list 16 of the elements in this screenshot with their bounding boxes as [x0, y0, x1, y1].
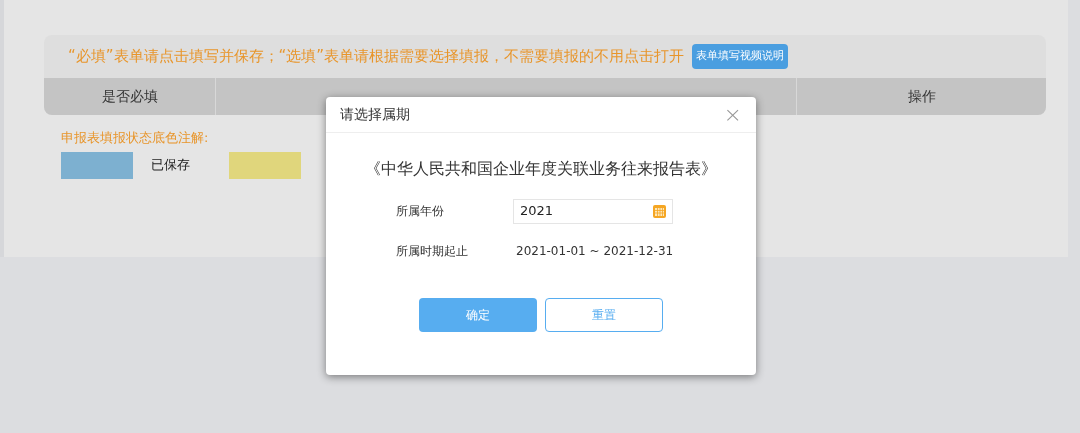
- year-field[interactable]: 2021: [513, 198, 673, 224]
- reset-button[interactable]: 重置: [545, 298, 663, 332]
- form-title: 《中华人民共和国企业年度关联业务往来报告表》: [365, 158, 717, 180]
- dialog-title: 请选择属期: [340, 105, 410, 124]
- column-header: 操作: [907, 87, 936, 106]
- field-label: 所属年份: [396, 203, 445, 220]
- column-header: 是否必填: [101, 87, 158, 106]
- notice-text: “必填”表单请点击填写并保存；“选填”表单请根据需要选择填报，不需要填报的不用点击打开: [68, 46, 685, 68]
- legend-title: 申报表填报状态底色注解:: [61, 129, 210, 147]
- period-range: 2021-01-01 ~ 2021-12-31: [516, 243, 674, 260]
- video-guide-button[interactable]: 表单填写视频说明: [692, 44, 789, 69]
- close-button[interactable]: ×: [723, 103, 742, 126]
- confirm-button[interactable]: 确定: [419, 298, 537, 332]
- field-label: 所属时期起止: [396, 243, 469, 260]
- calendar-icon[interactable]: [653, 204, 666, 218]
- legend-label: 已保存: [151, 156, 191, 175]
